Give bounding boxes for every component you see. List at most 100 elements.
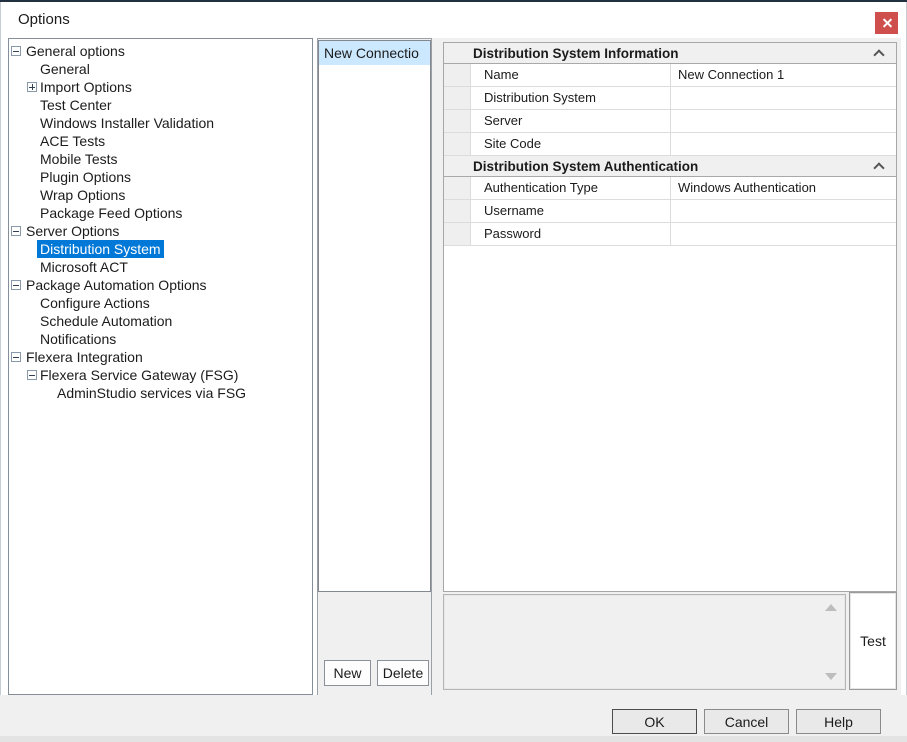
tree-item[interactable]: Import Options bbox=[9, 78, 312, 96]
property-label: Site Code bbox=[471, 133, 671, 155]
connections-panel: New Connectio New Delete bbox=[317, 38, 432, 697]
property-row[interactable]: Password bbox=[444, 223, 896, 246]
tree-item[interactable]: Package Feed Options bbox=[9, 204, 312, 222]
scroll-down-icon[interactable] bbox=[825, 673, 837, 680]
tree-item[interactable]: Test Center bbox=[9, 96, 312, 114]
property-row[interactable]: Name New Connection 1 bbox=[444, 64, 896, 87]
property-value[interactable] bbox=[671, 110, 896, 132]
tree-item-label[interactable]: Plugin Options bbox=[37, 168, 134, 186]
collapse-icon[interactable] bbox=[27, 370, 37, 380]
property-section-title: Distribution System Information bbox=[473, 46, 679, 61]
collapse-icon[interactable] bbox=[11, 352, 21, 362]
property-row-gutter bbox=[444, 110, 471, 132]
tree-item-label[interactable]: Package Feed Options bbox=[37, 204, 185, 222]
chevron-up-icon[interactable] bbox=[873, 49, 884, 60]
tree-item-label[interactable]: Microsoft ACT bbox=[37, 258, 131, 276]
collapse-icon[interactable] bbox=[11, 280, 21, 290]
window-title: Options bbox=[18, 11, 70, 28]
connections-list[interactable]: New Connectio bbox=[318, 40, 431, 592]
new-button[interactable]: New bbox=[324, 660, 371, 686]
tree-item-label[interactable]: General options bbox=[23, 42, 128, 60]
property-value[interactable]: New Connection 1 bbox=[671, 64, 896, 86]
property-section-title: Distribution System Authentication bbox=[473, 159, 698, 174]
property-rows: Authentication Type Windows Authenticati… bbox=[444, 177, 896, 246]
property-rows: Name New Connection 1 Distribution Syste… bbox=[444, 64, 896, 156]
property-value[interactable] bbox=[671, 223, 896, 245]
collapse-icon[interactable] bbox=[11, 226, 21, 236]
collapse-icon[interactable] bbox=[11, 46, 21, 56]
tree-item-label[interactable]: Wrap Options bbox=[37, 186, 128, 204]
details-panel: Distribution System Information Name New… bbox=[432, 38, 901, 697]
delete-button[interactable]: Delete bbox=[377, 660, 429, 686]
property-grid[interactable]: Distribution System Information Name New… bbox=[443, 42, 897, 592]
connection-list-item[interactable]: New Connectio bbox=[319, 41, 430, 65]
property-row-gutter bbox=[444, 87, 471, 109]
close-button[interactable] bbox=[875, 12, 898, 34]
tree-item[interactable]: Plugin Options bbox=[9, 168, 312, 186]
tree-item[interactable]: Server Options bbox=[9, 222, 312, 240]
tree-item-label[interactable]: Schedule Automation bbox=[37, 312, 175, 330]
test-output-area[interactable] bbox=[443, 594, 846, 690]
property-value[interactable] bbox=[671, 133, 896, 155]
cancel-button[interactable]: Cancel bbox=[704, 709, 789, 734]
property-row-gutter bbox=[444, 200, 471, 222]
property-row[interactable]: Authentication Type Windows Authenticati… bbox=[444, 177, 896, 200]
tree-item-label[interactable]: Notifications bbox=[37, 330, 119, 348]
property-row-gutter bbox=[444, 177, 471, 199]
tree-item[interactable]: Windows Installer Validation bbox=[9, 114, 312, 132]
expand-icon[interactable] bbox=[27, 82, 37, 92]
window-left-edge bbox=[0, 2, 1, 742]
tree-item-label[interactable]: General bbox=[37, 60, 93, 78]
tree-item[interactable]: AdminStudio services via FSG bbox=[9, 384, 312, 402]
tree-item[interactable]: Microsoft ACT bbox=[9, 258, 312, 276]
help-button[interactable]: Help bbox=[796, 709, 881, 734]
footer-bar: OK Cancel Help bbox=[0, 695, 907, 742]
tree-item-label[interactable]: Distribution System bbox=[37, 240, 164, 258]
property-section-header[interactable]: Distribution System Authentication bbox=[444, 156, 896, 177]
property-row[interactable]: Site Code bbox=[444, 133, 896, 156]
property-section-header[interactable]: Distribution System Information bbox=[444, 43, 896, 64]
tree-item-label[interactable]: Flexera Integration bbox=[23, 348, 146, 366]
property-row-gutter bbox=[444, 64, 471, 86]
tree-item[interactable]: Flexera Integration bbox=[9, 348, 312, 366]
tree-item-label[interactable]: Server Options bbox=[23, 222, 122, 240]
tree-item[interactable]: General bbox=[9, 60, 312, 78]
scroll-up-icon[interactable] bbox=[825, 604, 837, 611]
property-label: Server bbox=[471, 110, 671, 132]
tree-item[interactable]: Configure Actions bbox=[9, 294, 312, 312]
tree-item-label[interactable]: Package Automation Options bbox=[23, 276, 210, 294]
tree-item[interactable]: Schedule Automation bbox=[9, 312, 312, 330]
tree-item[interactable]: Wrap Options bbox=[9, 186, 312, 204]
tree-item[interactable]: Notifications bbox=[9, 330, 312, 348]
tree-item-label[interactable]: Mobile Tests bbox=[37, 150, 121, 168]
tree-item-label[interactable]: Import Options bbox=[37, 78, 135, 96]
property-row-gutter bbox=[444, 223, 471, 245]
property-value[interactable]: Windows Authentication bbox=[671, 177, 896, 199]
connection-item-label: New Connectio bbox=[324, 45, 419, 61]
tree-item[interactable]: General options bbox=[9, 42, 312, 60]
tree-item[interactable]: Distribution System bbox=[9, 240, 312, 258]
property-section: Distribution System Information Name New… bbox=[444, 43, 896, 156]
tree-item[interactable]: Package Automation Options bbox=[9, 276, 312, 294]
property-value[interactable] bbox=[671, 87, 896, 109]
tree-item[interactable]: Flexera Service Gateway (FSG) bbox=[9, 366, 312, 384]
property-label: Authentication Type bbox=[471, 177, 671, 199]
tree-item-label[interactable]: Test Center bbox=[37, 96, 115, 114]
tree-item-label[interactable]: Configure Actions bbox=[37, 294, 153, 312]
chevron-up-icon[interactable] bbox=[873, 162, 884, 173]
property-row[interactable]: Username bbox=[444, 200, 896, 223]
tree-item-label[interactable]: Windows Installer Validation bbox=[37, 114, 217, 132]
property-value[interactable] bbox=[671, 200, 896, 222]
close-icon bbox=[881, 18, 892, 29]
title-bar: Options bbox=[1, 2, 906, 38]
tree-item-label[interactable]: Flexera Service Gateway (FSG) bbox=[37, 366, 241, 384]
ok-button[interactable]: OK bbox=[612, 709, 697, 734]
options-tree[interactable]: General options General Import Options T… bbox=[8, 38, 313, 695]
tree-item-label[interactable]: AdminStudio services via FSG bbox=[54, 384, 249, 402]
property-row[interactable]: Server bbox=[444, 110, 896, 133]
property-row[interactable]: Distribution System bbox=[444, 87, 896, 110]
tree-item[interactable]: Mobile Tests bbox=[9, 150, 312, 168]
tree-item-label[interactable]: ACE Tests bbox=[37, 132, 108, 150]
tree-item[interactable]: ACE Tests bbox=[9, 132, 312, 150]
test-button[interactable]: Test bbox=[849, 592, 897, 690]
